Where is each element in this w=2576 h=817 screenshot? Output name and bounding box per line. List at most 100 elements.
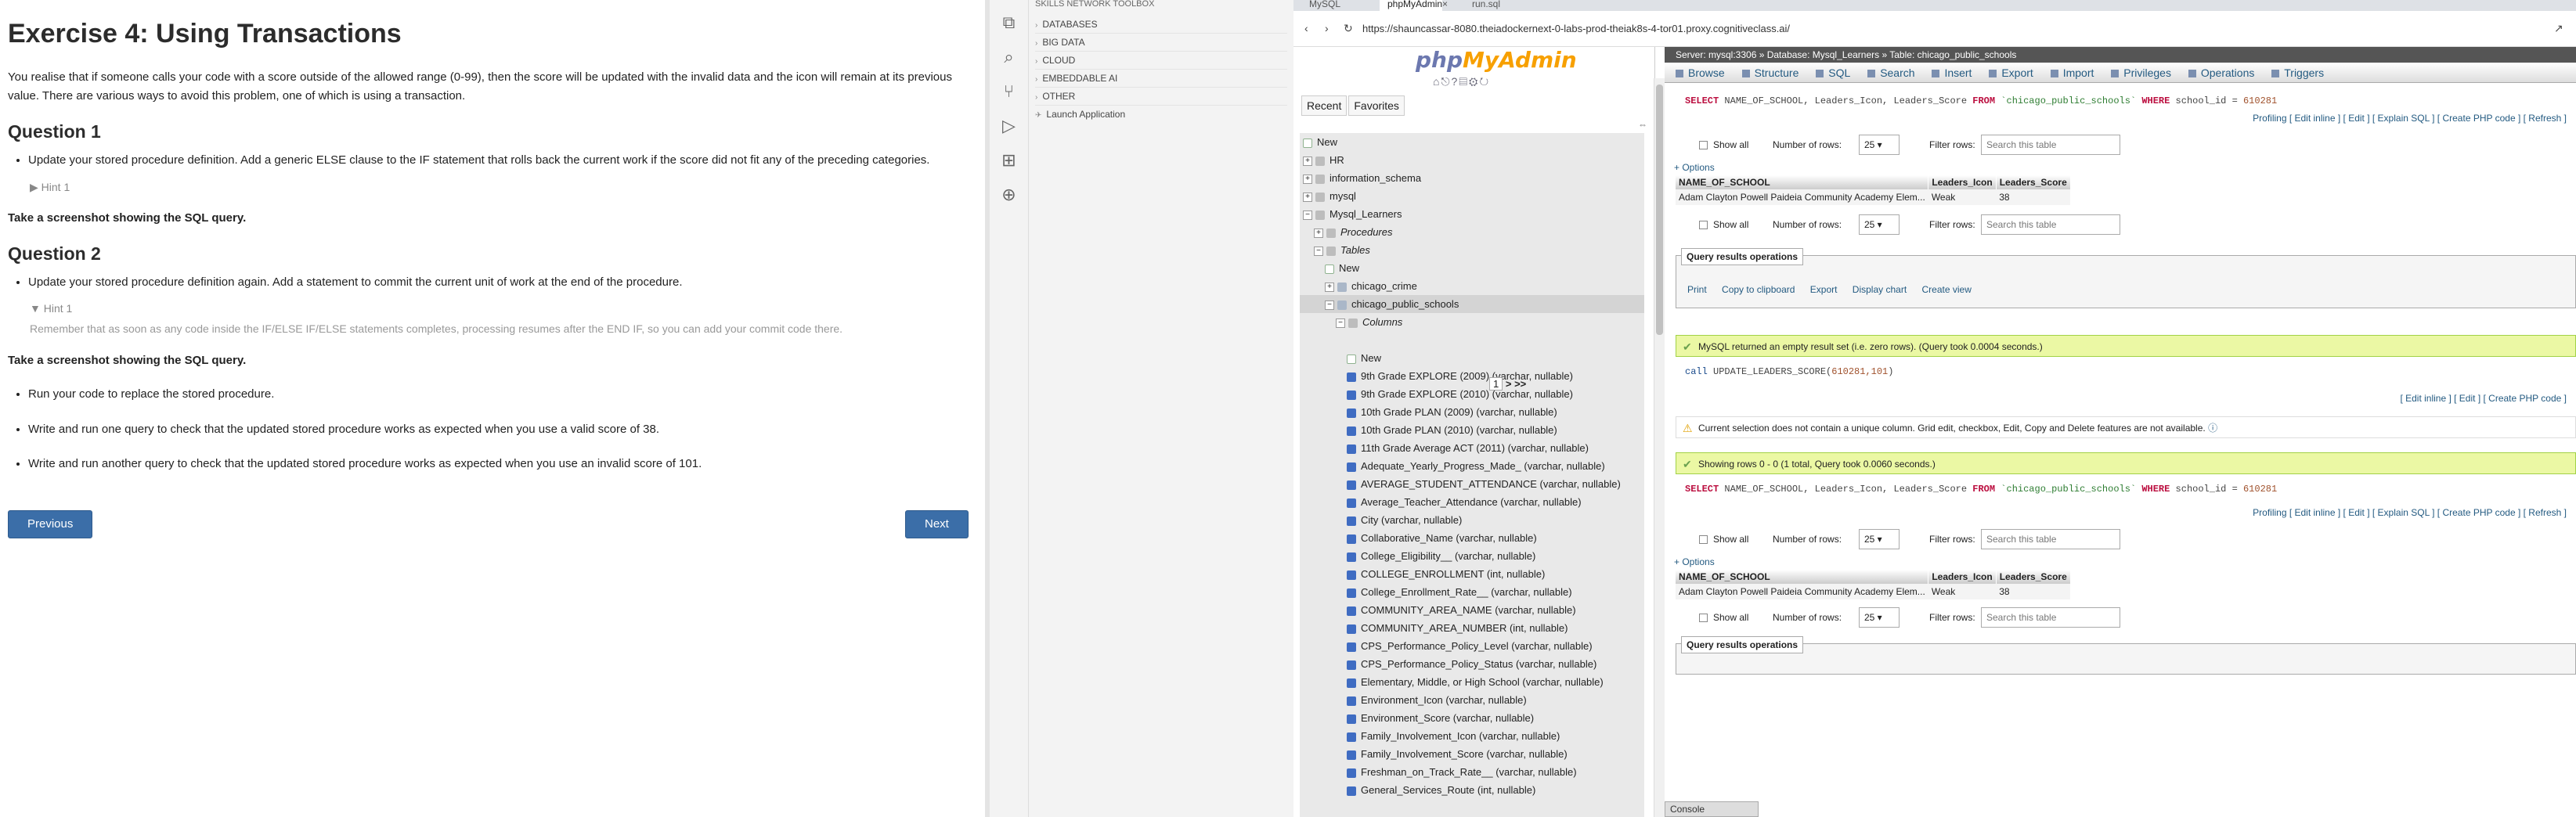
filter-rows-input[interactable]: Search this table [1981, 607, 2120, 628]
column-header[interactable]: Leaders_Icon [1928, 570, 1997, 584]
info-icon[interactable]: ⓘ [2208, 423, 2217, 434]
home-icon[interactable]: ⌂ [1433, 75, 1441, 88]
toolbox-item-embeddable-ai[interactable]: › EMBEDDABLE AI [1035, 70, 1287, 88]
print-link[interactable]: Print [1687, 284, 1707, 295]
collapse-icon[interactable]: − [1325, 300, 1334, 310]
expand-icon[interactable]: + [1314, 228, 1323, 238]
back-icon[interactable]: ‹ [1304, 22, 1308, 34]
tab-close-icon[interactable]: × [1442, 0, 1458, 11]
files-icon[interactable]: ⧉ [998, 11, 1021, 34]
filter-rows-input[interactable]: Search this table [1981, 135, 2120, 155]
tab-search[interactable]: Search [1867, 67, 1915, 79]
tree-item[interactable]: Collaborative_Name (varchar, nullable) [1300, 529, 1644, 547]
tree-item[interactable]: Freshman_on_Track_Rate__ (varchar, nulla… [1300, 763, 1644, 781]
settings-icon[interactable]: ⚙ [1469, 75, 1479, 88]
url-field[interactable]: https://shauncassar-8080.theiadockernext… [1362, 19, 2537, 39]
tab-export[interactable]: Export [1989, 67, 2033, 79]
show-all-checkbox[interactable] [1699, 614, 1708, 622]
toolbox-item-databases[interactable]: › DATABASES [1035, 16, 1287, 34]
tree-item[interactable]: − Tables [1300, 241, 1644, 259]
tab-sql[interactable]: SQL [1816, 67, 1850, 79]
column-header[interactable]: Leaders_Icon [1928, 175, 1997, 189]
tab-structure[interactable]: Structure [1741, 67, 1799, 79]
cell[interactable]: Adam Clayton Powell Paideia Community Ac… [1676, 584, 1928, 599]
tab-triggers[interactable]: Triggers [2271, 67, 2324, 79]
tree-item[interactable]: − Mysql_Learners [1300, 205, 1644, 223]
forward-icon[interactable]: › [1325, 22, 1329, 34]
options-link[interactable]: + Options [1665, 554, 2576, 570]
show-all-checkbox[interactable] [1699, 535, 1708, 544]
tree-item[interactable]: New [1300, 349, 1644, 367]
launch-application-link[interactable]: ✈ Launch Application [1035, 106, 1287, 124]
tab-browse[interactable]: Browse [1676, 67, 1725, 79]
external-link-icon[interactable]: ↗ [2554, 22, 2563, 35]
tree-item[interactable]: New [1300, 259, 1644, 277]
tree-item[interactable]: General_Services_Route (int, nullable) [1300, 781, 1644, 799]
number-of-rows-select[interactable]: 25 ▾ [1859, 529, 1900, 549]
tree-item[interactable]: CPS_Performance_Policy_Level (varchar, n… [1300, 637, 1644, 655]
tree-item[interactable]: + information_schema [1300, 169, 1644, 187]
expand-icon[interactable]: + [1303, 174, 1312, 184]
column-header[interactable]: Leaders_Score [1996, 175, 2071, 189]
tree-item[interactable]: + Procedures [1300, 223, 1644, 241]
next-button[interactable]: Next [905, 510, 969, 538]
tree-item[interactable]: − chicago_public_schools [1300, 295, 1644, 313]
query-links[interactable]: Profiling [ Edit inline ] [ Edit ] [ Exp… [1665, 504, 2576, 521]
tree-item[interactable]: COMMUNITY_AREA_NAME (varchar, nullable) [1300, 601, 1644, 619]
tree-item[interactable]: COLLEGE_ENROLLMENT (int, nullable) [1300, 565, 1644, 583]
tree-item[interactable]: New [1300, 133, 1644, 151]
show-all-checkbox[interactable] [1699, 221, 1708, 229]
create-view-link[interactable]: Create view [1922, 284, 1972, 295]
tree-item[interactable]: 10th Grade PLAN (2009) (varchar, nullabl… [1300, 403, 1644, 421]
copy-to-clipboard-link[interactable]: Copy to clipboard [1722, 284, 1795, 295]
hint-1-toggle[interactable]: ▶ Hint 1 [30, 181, 977, 194]
tree-item[interactable]: − Columns [1300, 313, 1644, 331]
pager-next[interactable]: > >> [1506, 378, 1526, 390]
number-of-rows-select[interactable]: 25 ▾ [1859, 607, 1900, 628]
breadcrumb[interactable]: Server: mysql:3306 » Database: Mysql_Lea… [1665, 47, 2576, 63]
extensions-icon[interactable]: ⊞ [998, 149, 1021, 172]
tab-phpmyadmin[interactable]: phpMyAdmin [1380, 0, 1442, 11]
search-icon[interactable]: ⌕ [998, 45, 1021, 69]
tab-mysql[interactable]: MySQL [1301, 0, 1348, 11]
tree-item[interactable]: Elementary, Middle, or High School (varc… [1300, 673, 1644, 691]
reload-icon[interactable]: ↻ [1344, 22, 1353, 35]
cell[interactable]: Weak [1928, 189, 1997, 205]
nav-scrollbar-thumb[interactable] [1656, 85, 1663, 335]
expand-icon[interactable]: + [1303, 192, 1312, 202]
tab-operations[interactable]: Operations [2188, 67, 2254, 79]
tree-item[interactable]: 11th Grade Average ACT (2011) (varchar, … [1300, 439, 1644, 457]
column-header[interactable]: NAME_OF_SCHOOL [1676, 570, 1929, 584]
column-header[interactable]: Leaders_Score [1996, 570, 2071, 584]
collapse-icon[interactable]: − [1336, 318, 1345, 328]
nav-scrollbar[interactable] [1654, 78, 1665, 817]
cell[interactable]: 38 [1996, 584, 2071, 599]
tree-item[interactable]: + chicago_crime [1300, 277, 1644, 295]
toolbox-item-other[interactable]: › OTHER [1035, 88, 1287, 106]
recent-tab[interactable]: Recent [1301, 95, 1348, 116]
tree-item[interactable]: Adequate_Yearly_Progress_Made_ (varchar,… [1300, 457, 1644, 475]
tree-item[interactable]: College_Enrollment_Rate__ (varchar, null… [1300, 583, 1644, 601]
collapse-icon[interactable]: − [1314, 246, 1323, 256]
expand-icon[interactable]: + [1303, 156, 1312, 166]
previous-button[interactable]: Previous [8, 510, 93, 538]
tree-item[interactable]: CPS_Performance_Policy_Status (varchar, … [1300, 655, 1644, 673]
tree-item[interactable]: AVERAGE_STUDENT_ATTENDANCE (varchar, nul… [1300, 475, 1644, 493]
toolbox-item-big-data[interactable]: › BIG DATA [1035, 34, 1287, 52]
cell[interactable]: 38 [1996, 189, 2071, 205]
export-link[interactable]: Export [1810, 284, 1838, 295]
tree-item[interactable]: Family_Involvement_Score (varchar, nulla… [1300, 745, 1644, 763]
tab-import[interactable]: Import [2050, 67, 2094, 79]
help-icon[interactable]: ? [1452, 75, 1459, 88]
hint-2-toggle[interactable]: ▼ Hint 1 [30, 302, 977, 315]
source-control-icon[interactable]: ⑂ [998, 80, 1021, 103]
filter-rows-input[interactable]: Search this table [1981, 529, 2120, 549]
tree-item[interactable]: + HR [1300, 151, 1644, 169]
favorites-tab[interactable]: Favorites [1348, 95, 1405, 116]
pager-select[interactable]: 1 [1489, 377, 1503, 391]
tab-insert[interactable]: Insert [1932, 67, 1972, 79]
logout-icon[interactable]: ⎋ [1441, 75, 1451, 88]
tree-item[interactable]: College_Eligibility__ (varchar, nullable… [1300, 547, 1644, 565]
display-chart-link[interactable]: Display chart [1853, 284, 1907, 295]
cell[interactable]: Adam Clayton Powell Paideia Community Ac… [1676, 189, 1928, 205]
